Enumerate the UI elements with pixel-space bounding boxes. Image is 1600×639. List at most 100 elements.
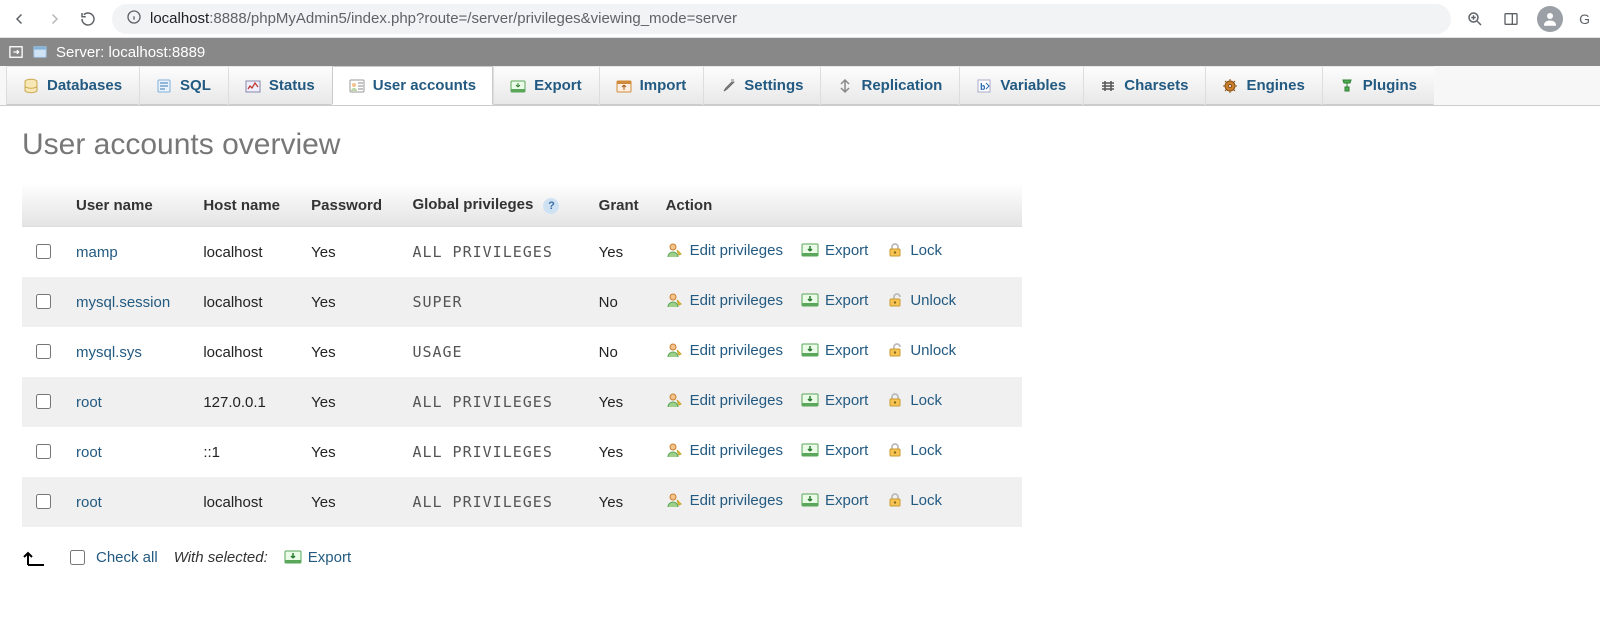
edit-privileges-button[interactable]: Edit privileges [666, 291, 783, 309]
hostname-cell: ::1 [193, 427, 301, 477]
row-checkbox[interactable] [36, 294, 51, 309]
username-link[interactable]: mamp [76, 244, 118, 261]
tab-plugins[interactable]: Plugins [1322, 66, 1434, 105]
username-link[interactable]: root [76, 494, 102, 511]
user-accounts-table: User name Host name Password Global priv… [22, 184, 1022, 527]
lock-user-button[interactable]: Lock [886, 491, 942, 509]
charsets-icon [1100, 78, 1116, 94]
grant-cell: No [589, 327, 656, 377]
edit-privileges-button[interactable]: Edit privileges [666, 491, 783, 509]
lock-label: Unlock [910, 292, 956, 309]
col-username[interactable]: User name [66, 184, 193, 227]
col-grant[interactable]: Grant [589, 184, 656, 227]
unlock-user-button[interactable]: Unlock [886, 291, 956, 309]
col-global-label: Global privileges [412, 196, 533, 213]
edit-privileges-button[interactable]: Edit privileges [666, 391, 783, 409]
unlock-icon [886, 291, 904, 309]
table-row: root127.0.0.1YesALL PRIVILEGESYesEdit pr… [22, 377, 1022, 427]
forward-button[interactable] [44, 9, 64, 29]
reload-button[interactable] [78, 9, 98, 29]
export-label: Export [825, 492, 868, 509]
back-button[interactable] [10, 9, 30, 29]
edit-privileges-label: Edit privileges [690, 442, 783, 459]
privileges-cell: ALL PRIVILEGES [402, 227, 588, 278]
tab-label: Import [640, 77, 687, 94]
export-user-button[interactable]: Export [801, 491, 868, 509]
edit-privileges-button[interactable]: Edit privileges [666, 341, 783, 359]
row-checkbox[interactable] [36, 244, 51, 259]
edit-privileges-label: Edit privileges [690, 392, 783, 409]
export-user-button[interactable]: Export [801, 291, 868, 309]
privileges-cell: ALL PRIVILEGES [402, 427, 588, 477]
lock-label: Lock [910, 442, 942, 459]
tab-engines[interactable]: Engines [1205, 66, 1321, 105]
username-link[interactable]: mysql.session [76, 294, 170, 311]
hostname-cell: localhost [193, 327, 301, 377]
row-checkbox[interactable] [36, 394, 51, 409]
tab-export[interactable]: Export [493, 66, 599, 105]
zoom-icon[interactable] [1465, 9, 1485, 29]
svg-text:b: b [980, 83, 986, 93]
panel-icon[interactable] [1501, 9, 1521, 29]
export-label: Export [825, 242, 868, 259]
sql-icon [156, 78, 172, 94]
row-checkbox[interactable] [36, 494, 51, 509]
tab-user-accounts[interactable]: User accounts [332, 66, 493, 105]
tab-replication[interactable]: Replication [820, 66, 959, 105]
help-icon[interactable]: ? [543, 198, 559, 214]
tab-settings[interactable]: Settings [703, 66, 820, 105]
server-label: Server: localhost:8889 [56, 44, 205, 61]
username-link[interactable]: mysql.sys [76, 344, 142, 361]
edit-user-icon [666, 391, 684, 409]
lock-label: Lock [910, 392, 942, 409]
username-link[interactable]: root [76, 444, 102, 461]
lock-user-button[interactable]: Lock [886, 391, 942, 409]
url-text: localhost:8888/phpMyAdmin5/index.php?rou… [150, 10, 737, 27]
edit-privileges-button[interactable]: Edit privileges [666, 241, 783, 259]
check-all-checkbox[interactable] [70, 550, 85, 565]
col-hostname[interactable]: Host name [193, 184, 301, 227]
lock-user-button[interactable]: Lock [886, 441, 942, 459]
check-all-wrapper[interactable]: Check all [66, 547, 158, 568]
password-cell: Yes [301, 477, 402, 527]
col-global[interactable]: Global privileges ? [402, 184, 588, 227]
lock-user-button[interactable]: Lock [886, 241, 942, 259]
address-bar[interactable]: localhost:8888/phpMyAdmin5/index.php?rou… [112, 4, 1451, 34]
hostname-cell: localhost [193, 477, 301, 527]
bulk-export-button[interactable]: Export [284, 548, 351, 566]
tab-databases[interactable]: Databases [6, 66, 139, 105]
privileges-cell: ALL PRIVILEGES [402, 377, 588, 427]
export-user-button[interactable]: Export [801, 391, 868, 409]
export-icon [801, 491, 819, 509]
hostname-cell: localhost [193, 277, 301, 327]
tab-import[interactable]: Import [599, 66, 704, 105]
edit-privileges-label: Edit privileges [690, 292, 783, 309]
edit-user-icon [666, 241, 684, 259]
row-checkbox[interactable] [36, 344, 51, 359]
plugins-icon [1339, 78, 1355, 94]
tab-sql[interactable]: SQL [139, 66, 228, 105]
table-row: mysql.sessionlocalhostYesSUPERNoEdit pri… [22, 277, 1022, 327]
collapse-icon[interactable] [8, 44, 24, 60]
tab-status[interactable]: Status [228, 66, 332, 105]
import-icon [616, 78, 632, 94]
grant-cell: Yes [589, 227, 656, 278]
check-all-label[interactable]: Check all [96, 549, 158, 566]
tab-label: Status [269, 77, 315, 94]
unlock-user-button[interactable]: Unlock [886, 341, 956, 359]
tab-charsets[interactable]: Charsets [1083, 66, 1205, 105]
privileges-cell: USAGE [402, 327, 588, 377]
row-checkbox[interactable] [36, 444, 51, 459]
tab-label: Variables [1000, 77, 1066, 94]
tab-variables[interactable]: b Variables [959, 66, 1083, 105]
edit-privileges-button[interactable]: Edit privileges [666, 441, 783, 459]
export-user-button[interactable]: Export [801, 341, 868, 359]
table-row: root::1YesALL PRIVILEGESYesEdit privileg… [22, 427, 1022, 477]
arrow-up-icon [22, 545, 50, 569]
export-user-button[interactable]: Export [801, 441, 868, 459]
export-user-button[interactable]: Export [801, 241, 868, 259]
privileges-cell: SUPER [402, 277, 588, 327]
profile-avatar[interactable] [1537, 6, 1563, 32]
col-password[interactable]: Password [301, 184, 402, 227]
username-link[interactable]: root [76, 394, 102, 411]
